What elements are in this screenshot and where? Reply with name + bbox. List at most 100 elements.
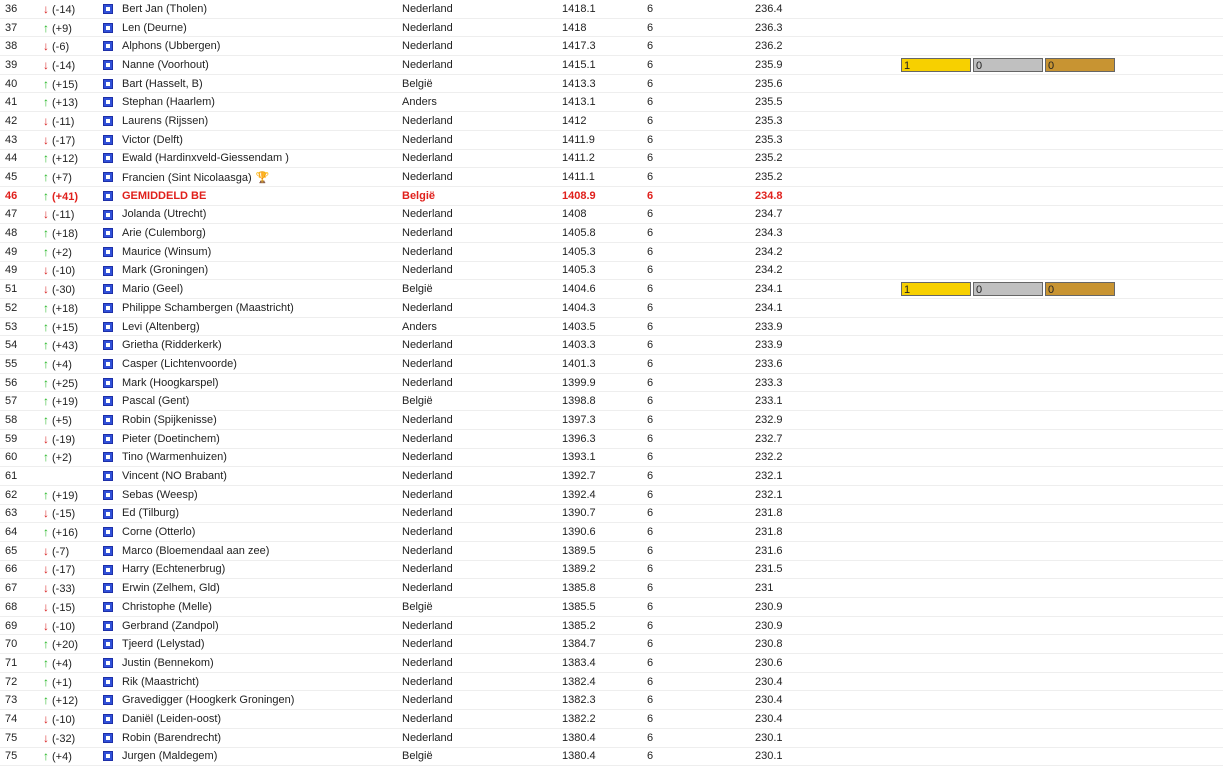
player-name[interactable]: Bert Jan (Tholen) bbox=[122, 3, 207, 15]
name-cell[interactable]: Jolanda (Utrecht) bbox=[122, 205, 402, 225]
name-cell[interactable]: Bert Jan (Tholen) bbox=[122, 0, 402, 19]
player-icon[interactable] bbox=[103, 601, 113, 612]
name-cell[interactable]: Philippe Schambergen (Maastricht) bbox=[122, 298, 402, 318]
player-icon[interactable] bbox=[103, 564, 113, 575]
name-cell[interactable]: Casper (Lichtenvoorde) bbox=[122, 354, 402, 374]
player-name[interactable]: Justin (Bennekom) bbox=[122, 657, 214, 669]
player-icon[interactable] bbox=[103, 471, 113, 482]
player-name[interactable]: Maurice (Winsum) bbox=[122, 246, 211, 258]
name-cell[interactable]: Mark (Hoogkarspel) bbox=[122, 373, 402, 393]
player-name[interactable]: Pieter (Doetinchem) bbox=[122, 433, 220, 445]
player-name[interactable]: Ed (Tilburg) bbox=[122, 507, 179, 519]
player-name[interactable]: Tino (Warmenhuizen) bbox=[122, 451, 227, 463]
player-icon[interactable] bbox=[103, 302, 113, 313]
player-icon[interactable] bbox=[103, 415, 113, 426]
player-icon[interactable] bbox=[103, 209, 113, 220]
player-icon[interactable] bbox=[103, 60, 113, 70]
player-icon[interactable] bbox=[103, 545, 113, 556]
player-icon[interactable] bbox=[103, 751, 113, 762]
name-cell[interactable]: Bart (Hasselt, B) bbox=[122, 74, 402, 94]
player-icon[interactable] bbox=[103, 41, 113, 52]
player-icon[interactable] bbox=[103, 228, 113, 239]
player-icon[interactable] bbox=[103, 377, 113, 388]
name-cell[interactable]: Jurgen (Maldegem) bbox=[122, 747, 402, 766]
player-icon[interactable] bbox=[103, 527, 113, 538]
player-name[interactable]: Philippe Schambergen (Maastricht) bbox=[122, 302, 294, 314]
player-name[interactable]: Jolanda (Utrecht) bbox=[122, 208, 206, 220]
name-cell[interactable]: Mark (Groningen) bbox=[122, 261, 402, 281]
player-name[interactable]: Levi (Altenberg) bbox=[122, 321, 200, 333]
player-icon[interactable] bbox=[103, 583, 113, 594]
name-cell[interactable]: Nanne (Voorhout) bbox=[122, 55, 402, 75]
name-cell[interactable]: Francien (Sint Nicolaasga) 🏆 bbox=[122, 167, 402, 187]
player-icon[interactable] bbox=[103, 97, 113, 108]
name-cell[interactable]: Robin (Barendrecht) bbox=[122, 728, 402, 748]
player-name[interactable]: Rik (Maastricht) bbox=[122, 676, 199, 688]
player-icon[interactable] bbox=[103, 78, 113, 89]
player-name[interactable]: Arie (Culemborg) bbox=[122, 227, 206, 239]
player-icon[interactable] bbox=[103, 153, 113, 164]
name-cell[interactable]: Daniël (Leiden-oost) bbox=[122, 709, 402, 729]
player-name[interactable]: Stephan (Haarlem) bbox=[122, 96, 215, 108]
player-icon[interactable] bbox=[103, 22, 113, 33]
player-name[interactable]: Mark (Groningen) bbox=[122, 264, 208, 276]
name-cell[interactable]: Harry (Echtenerbrug) bbox=[122, 560, 402, 580]
name-cell[interactable]: Gravedigger (Hoogkerk Groningen) bbox=[122, 690, 402, 711]
name-cell[interactable]: GEMIDDELD BE bbox=[122, 186, 402, 206]
name-cell[interactable]: Len (Deurne) bbox=[122, 18, 402, 38]
player-icon[interactable] bbox=[103, 695, 113, 706]
player-name[interactable]: Marco (Bloemendaal aan zee) bbox=[122, 545, 269, 557]
name-cell[interactable]: Grietha (Ridderkerk) bbox=[122, 335, 402, 356]
player-icon[interactable] bbox=[103, 359, 113, 369]
player-name[interactable]: Alphons (Ubbergen) bbox=[122, 40, 220, 52]
name-cell[interactable]: Pascal (Gent) bbox=[122, 391, 402, 412]
player-name[interactable]: Daniël (Leiden-oost) bbox=[122, 713, 221, 725]
player-name[interactable]: Robin (Barendrecht) bbox=[122, 732, 221, 744]
player-name[interactable]: Casper (Lichtenvoorde) bbox=[122, 358, 237, 370]
player-icon[interactable] bbox=[103, 732, 113, 743]
name-cell[interactable]: Erwin (Zelhem, Gld) bbox=[122, 578, 402, 598]
name-cell[interactable]: Alphons (Ubbergen) bbox=[122, 36, 402, 57]
player-name[interactable]: Grietha (Ridderkerk) bbox=[122, 339, 222, 351]
player-icon[interactable] bbox=[103, 321, 113, 332]
player-name[interactable]: Tjeerd (Lelystad) bbox=[122, 638, 205, 650]
player-icon[interactable] bbox=[103, 190, 113, 201]
name-cell[interactable]: Levi (Altenberg) bbox=[122, 317, 402, 337]
player-name[interactable]: Len (Deurne) bbox=[122, 22, 187, 34]
name-cell[interactable]: Mario (Geel) bbox=[122, 279, 402, 299]
name-cell[interactable]: Stephan (Haarlem) bbox=[122, 92, 402, 113]
player-name[interactable]: Ewald (Hardinxveld-Giessendam ) bbox=[122, 152, 289, 164]
player-name[interactable]: Gerbrand (Zandpol) bbox=[122, 620, 219, 632]
player-name[interactable]: Laurens (Rijssen) bbox=[122, 115, 208, 127]
player-icon[interactable] bbox=[103, 284, 113, 295]
player-name[interactable]: Christophe (Melle) bbox=[122, 601, 212, 613]
player-name[interactable]: Jurgen (Maldegem) bbox=[122, 750, 217, 762]
player-name[interactable]: Vincent (NO Brabant) bbox=[122, 470, 227, 482]
player-name[interactable]: Corne (Otterlo) bbox=[122, 526, 195, 538]
player-name[interactable]: Sebas (Weesp) bbox=[122, 489, 198, 501]
player-icon[interactable] bbox=[103, 3, 113, 14]
name-cell[interactable]: Laurens (Rijssen) bbox=[122, 111, 402, 131]
name-cell[interactable]: Maurice (Winsum) bbox=[122, 242, 402, 262]
player-icon[interactable] bbox=[103, 172, 113, 183]
name-cell[interactable]: Ed (Tilburg) bbox=[122, 504, 402, 524]
player-name[interactable]: Robin (Spijkenisse) bbox=[122, 414, 217, 426]
player-icon[interactable] bbox=[103, 246, 113, 257]
name-cell[interactable]: Tino (Warmenhuizen) bbox=[122, 448, 402, 468]
player-name[interactable]: Nanne (Voorhout) bbox=[122, 59, 209, 71]
player-icon[interactable] bbox=[103, 452, 113, 463]
player-icon[interactable] bbox=[103, 489, 113, 500]
player-icon[interactable] bbox=[103, 396, 113, 407]
player-name[interactable]: Bart (Hasselt, B) bbox=[122, 78, 203, 90]
name-cell[interactable]: Gerbrand (Zandpol) bbox=[122, 616, 402, 636]
name-cell[interactable]: Rik (Maastricht) bbox=[122, 672, 402, 692]
player-icon[interactable] bbox=[103, 620, 113, 631]
player-icon[interactable] bbox=[103, 265, 113, 276]
name-cell[interactable]: Ewald (Hardinxveld-Giessendam ) bbox=[122, 149, 402, 169]
name-cell[interactable]: Corne (Otterlo) bbox=[122, 522, 402, 542]
name-cell[interactable]: Arie (Culemborg) bbox=[122, 223, 402, 243]
player-icon[interactable] bbox=[103, 639, 113, 650]
name-cell[interactable]: Pieter (Doetinchem) bbox=[122, 429, 402, 449]
player-icon[interactable] bbox=[103, 433, 113, 444]
player-name[interactable]: Mario (Geel) bbox=[122, 283, 183, 295]
